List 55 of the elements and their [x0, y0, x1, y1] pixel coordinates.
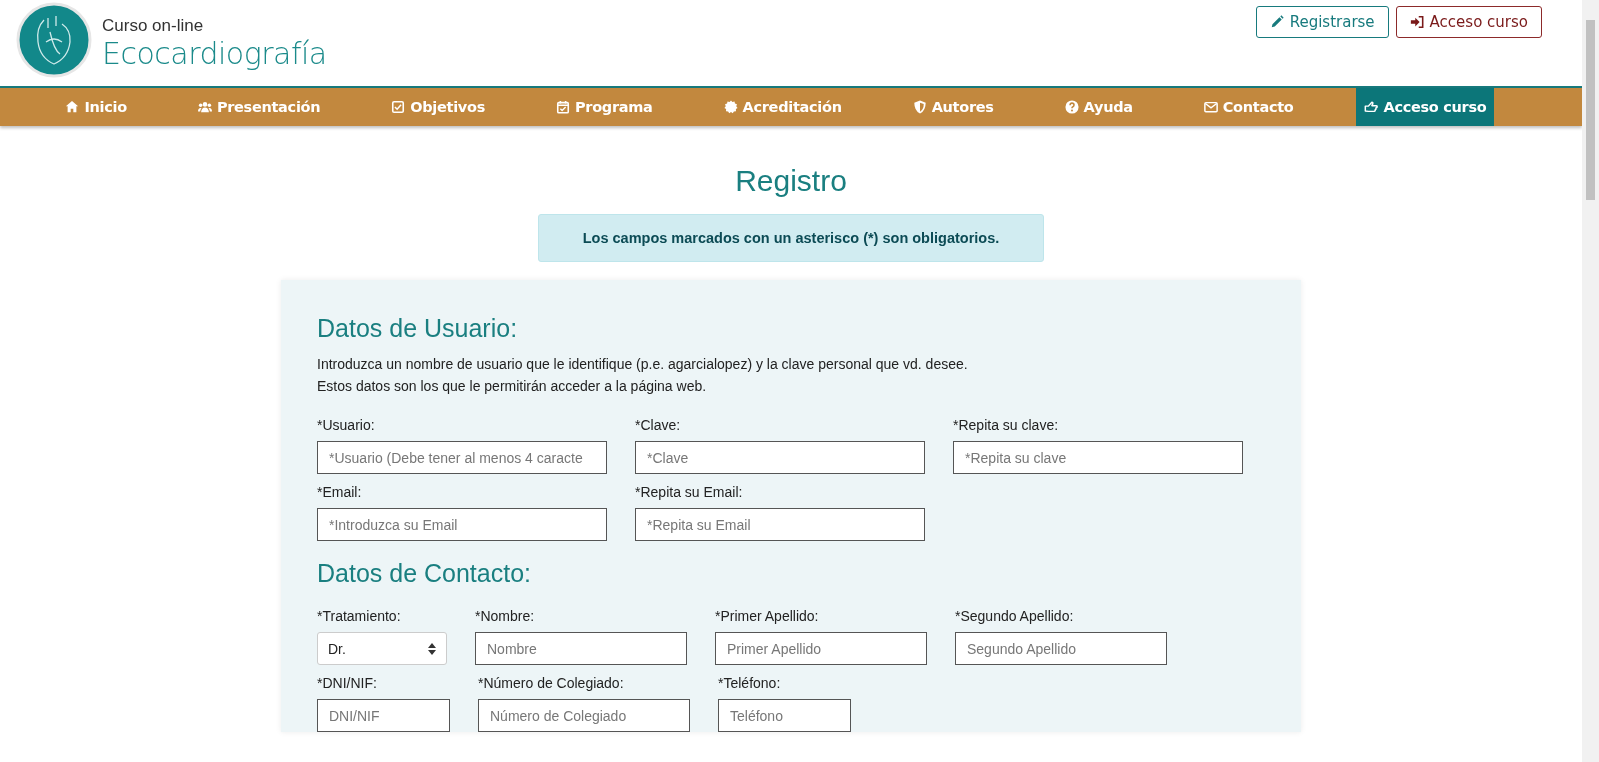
input-field[interactable]: *Clave: [635, 441, 925, 474]
section-heading: Datos de Usuario:: [317, 314, 519, 343]
nav-link[interactable]: Objetivos: [383, 88, 493, 126]
input-field[interactable]: Teléfono: [718, 699, 851, 732]
envelope-icon: [1203, 100, 1218, 114]
input-field[interactable]: *Repita su Email: [635, 508, 925, 541]
section-heading: Datos de Contacto:: [317, 559, 532, 588]
input-field[interactable]: Primer Apellido: [715, 632, 927, 665]
field-label: *Repita su clave:: [953, 417, 1060, 433]
nav-link[interactable]: Autores: [904, 88, 1002, 126]
register-button[interactable]: Registrarse: [1255, 6, 1389, 38]
nav-link[interactable]: Presentación: [189, 88, 329, 126]
pointing-hand-icon: [1364, 100, 1379, 114]
checkbox-icon: [391, 100, 406, 114]
input-field[interactable]: Nombre: [475, 632, 687, 665]
input-field[interactable]: *Repita su clave: [953, 441, 1243, 474]
nav-link[interactable]: Contacto: [1195, 88, 1302, 126]
nav-link[interactable]: Acreditación: [715, 88, 850, 126]
required-fields-notice: Los campos marcados con un asterisco (*) son obligatorios.: [537, 214, 1045, 262]
input-field[interactable]: *Introduzca su Email: [317, 508, 607, 541]
field-label: *Teléfono:: [718, 675, 782, 691]
field-label: *Clave:: [635, 417, 682, 433]
input-field[interactable]: *Usuario (Debe tener al menos 4 caracte: [317, 441, 607, 474]
sign-in-icon: [1409, 15, 1424, 29]
badge-icon: [723, 100, 738, 114]
home-icon: [65, 100, 80, 114]
question-icon: [1064, 100, 1079, 114]
field-label: *Segundo Apellido:: [955, 608, 1075, 624]
field-label: *Usuario:: [317, 417, 376, 433]
intro-text: Introduzca un nombre de usuario que le identifique (p.e. agarcialopez) y la clave personal que vd. desee. Estos datos son los que le permitirán acceder a la página web.: [317, 355, 969, 396]
calendar-check-icon: [556, 100, 570, 114]
scrollbar[interactable]: [1582, 0, 1599, 762]
nav-link[interactable]: Programa: [548, 88, 661, 126]
select-field[interactable]: Dr.: [317, 632, 447, 665]
field-label: *Repita su Email:: [635, 484, 744, 500]
field-label: *Tratamiento:: [317, 608, 402, 624]
field-label: *Email:: [317, 484, 363, 500]
field-label: *Primer Apellido:: [715, 608, 820, 624]
input-field[interactable]: DNI/NIF: [317, 699, 450, 732]
field-label: *Nombre:: [475, 608, 536, 624]
input-field[interactable]: Segundo Apellido: [955, 632, 1167, 665]
site-title: Ecocardiografía: [102, 35, 327, 71]
pencil-icon: [1269, 15, 1284, 29]
field-label: *DNI/NIF:: [317, 675, 378, 691]
page-title: Registro: [735, 164, 847, 198]
nav-link[interactable]: Acceso curso: [1356, 88, 1495, 126]
site-subtitle: Curso on-line: [102, 15, 205, 36]
input-field[interactable]: Número de Colegiado: [478, 699, 690, 732]
users-icon: [197, 100, 212, 114]
nav-link[interactable]: Inicio: [57, 88, 135, 126]
shield-icon: [912, 100, 927, 114]
field-label: *Número de Colegiado:: [478, 675, 625, 691]
login-button[interactable]: Acceso curso: [1395, 6, 1542, 38]
nav-link[interactable]: Ayuda: [1056, 88, 1141, 126]
sort-arrows-icon: [428, 642, 436, 655]
